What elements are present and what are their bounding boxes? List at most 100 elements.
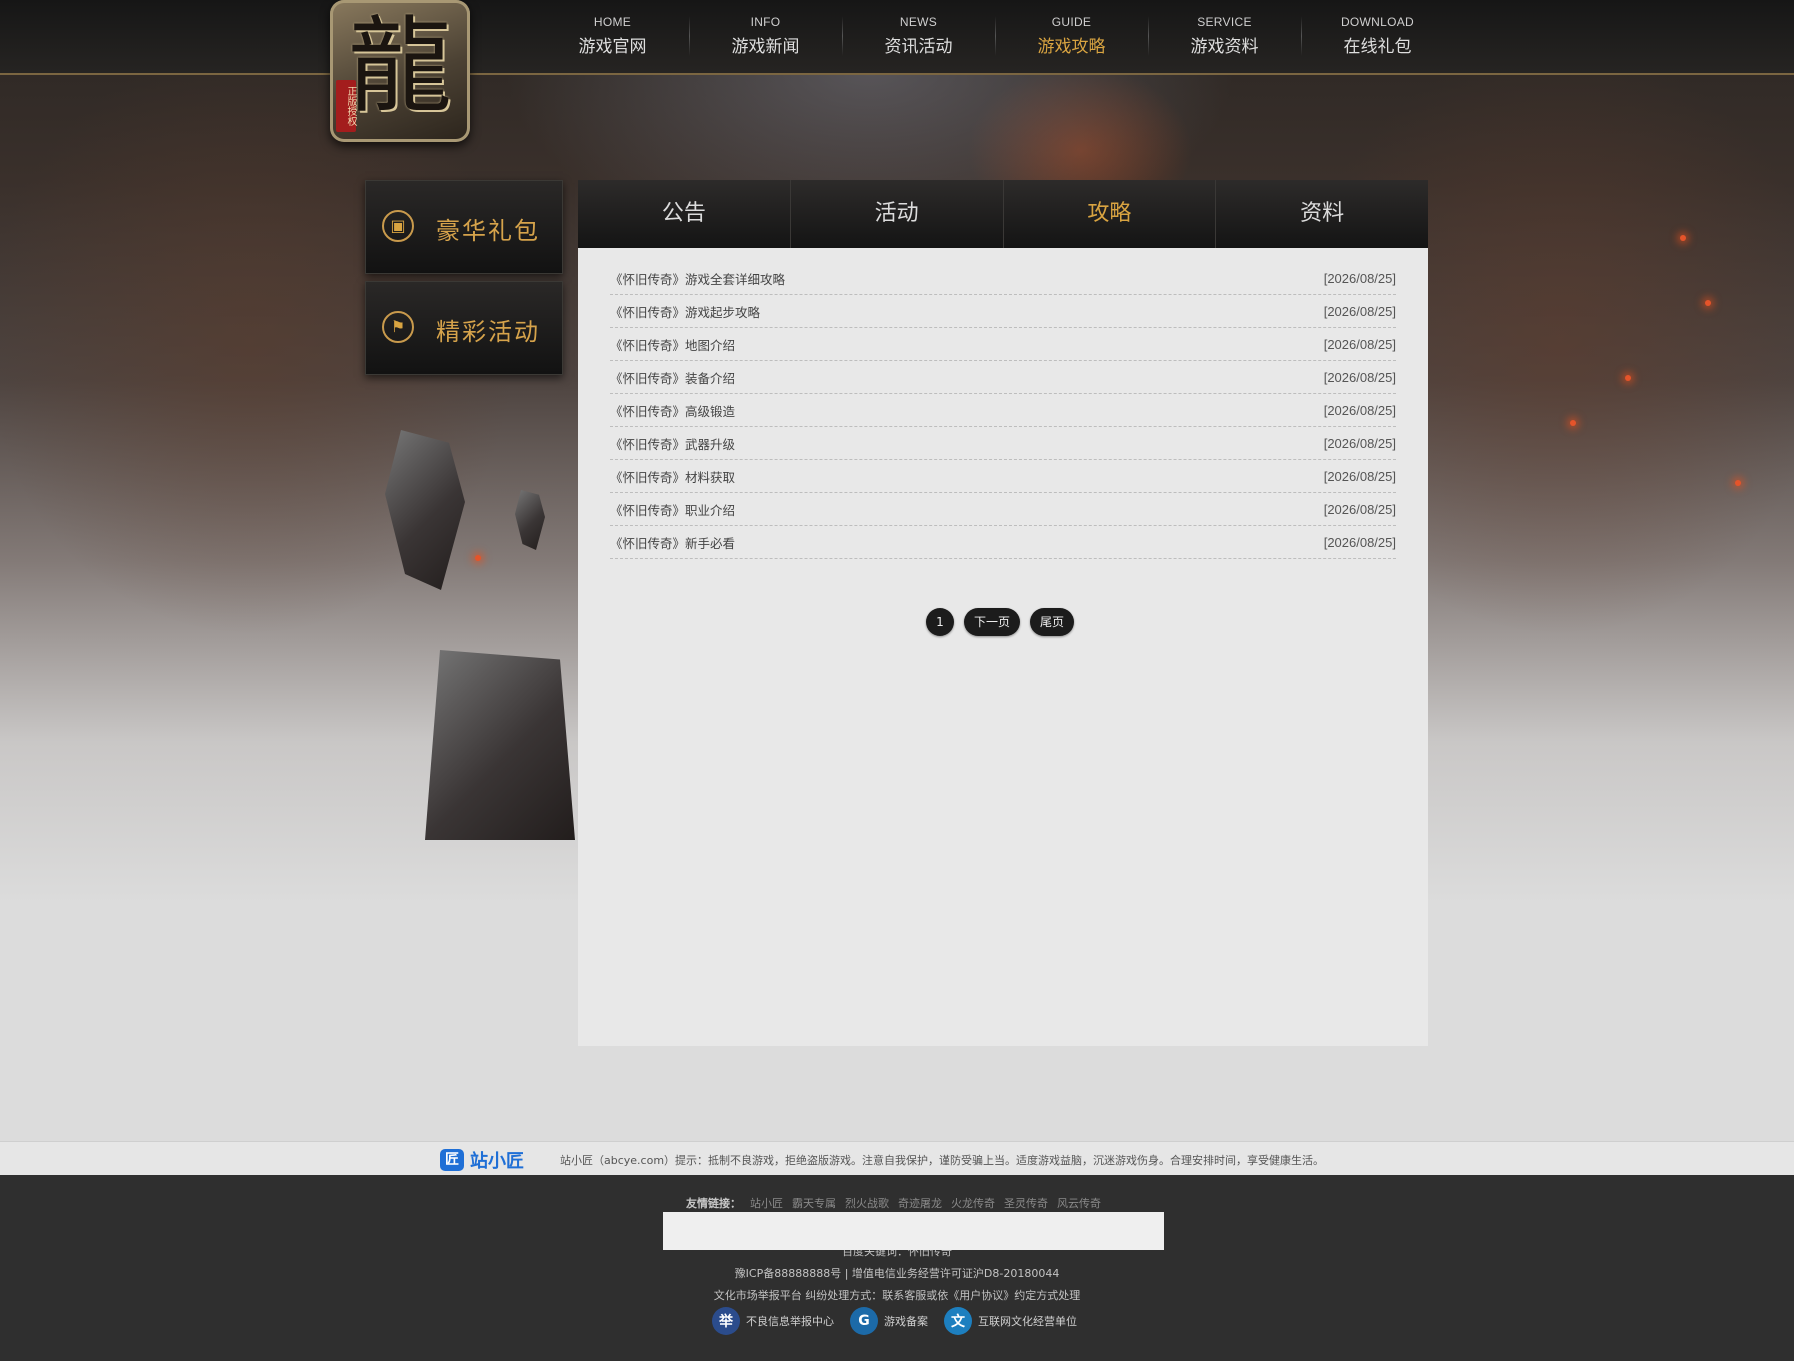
nav-cn-label: 资讯活动 [884, 37, 953, 57]
nav-en-label: HOME [593, 15, 632, 29]
article-row[interactable]: 《怀旧传奇》游戏起步攻略 [2026/08/25] [610, 295, 1396, 328]
brand-logo[interactable]: 匠 站小匠 [440, 1147, 524, 1173]
health-notice-bar: 匠 站小匠 站小匠（abcye.com）提示：抵制不良游戏，拒绝盗版游戏。注意自… [0, 1141, 1794, 1176]
article-date: [2026/08/25] [1323, 303, 1396, 319]
side-events-button[interactable]: ⚑ 精彩活动 [365, 281, 563, 375]
friend-link[interactable]: 站小匠 [750, 1195, 783, 1211]
article-title: 《怀旧传奇》职业介绍 [610, 502, 736, 518]
article-date: [2026/08/25] [1323, 369, 1396, 385]
nav-cn-label: 游戏资料 [1190, 37, 1259, 57]
game-logo[interactable]: 龍 正版授权 [330, 0, 470, 142]
article-row[interactable]: 《怀旧传奇》地图介绍 [2026/08/25] [610, 328, 1396, 361]
tab-guides[interactable]: 攻略 [1003, 180, 1217, 248]
logo-seal: 正版授权 [336, 80, 356, 132]
friend-link[interactable]: 圣灵传奇 [1004, 1195, 1048, 1211]
ember [1625, 375, 1631, 381]
next-page-button[interactable]: 下一页 [964, 608, 1020, 636]
gift-icon: ▣ [382, 210, 414, 242]
article-row[interactable]: 《怀旧传奇》材料获取 [2026/08/25] [610, 460, 1396, 493]
nav-home[interactable]: HOME 游戏官网 [536, 0, 689, 73]
nav-en-label: GUIDE [1051, 15, 1092, 29]
article-row[interactable]: 《怀旧传奇》游戏全套详细攻略 [2026/08/25] [610, 262, 1396, 295]
article-title: 《怀旧传奇》地图介绍 [610, 337, 736, 353]
article-title: 《怀旧传奇》新手必看 [610, 535, 736, 551]
article-title: 《怀旧传奇》高级锻造 [610, 403, 736, 419]
content-panel: 公告 活动 攻略 资料 《怀旧传奇》游戏全套详细攻略 [2026/08/25] 《… [578, 180, 1428, 1046]
nav-service[interactable]: SERVICE 游戏资料 [1148, 0, 1301, 73]
tab-data[interactable]: 资料 [1216, 180, 1428, 248]
nav-cn-label: 在线礼包 [1343, 37, 1412, 57]
ember [1570, 420, 1576, 426]
tab-events[interactable]: 活动 [790, 180, 1004, 248]
friend-link[interactable]: 奇迹屠龙 [898, 1195, 942, 1211]
last-page-button[interactable]: 尾页 [1030, 608, 1074, 636]
footer-badges: 举 不良信息举报中心 G 游戏备案 文 互联网文化经营单位 [712, 1307, 1077, 1335]
ember [1705, 300, 1711, 306]
article-row[interactable]: 《怀旧传奇》装备介绍 [2026/08/25] [610, 361, 1396, 394]
nav-guide[interactable]: GUIDE 游戏攻略 [995, 0, 1148, 73]
friend-link[interactable]: 火龙传奇 [951, 1195, 995, 1211]
ember [475, 555, 481, 561]
main-nav: HOME 游戏官网 INFO 游戏新闻 NEWS 资讯活动 GUIDE 游戏攻略… [536, 0, 1454, 73]
badge-label: 互联网文化经营单位 [978, 1315, 1077, 1328]
friend-link[interactable]: 霸天专属 [792, 1195, 836, 1211]
article-date: [2026/08/25] [1323, 270, 1396, 286]
article-date: [2026/08/25] [1323, 435, 1396, 451]
article-row[interactable]: 《怀旧传奇》职业介绍 [2026/08/25] [610, 493, 1396, 526]
friend-link[interactable]: 风云传奇 [1057, 1195, 1101, 1211]
nav-cn-label: 游戏攻略 [1037, 37, 1106, 57]
article-date: [2026/08/25] [1323, 336, 1396, 352]
badge-label: 不良信息举报中心 [746, 1315, 834, 1328]
brand-name: 站小匠 [470, 1151, 524, 1172]
footer: 友情链接： 站小匠 霸天专属 烈火战歌 奇迹屠龙 火龙传奇 圣灵传奇 风云传奇 … [0, 1175, 1794, 1361]
ember [1680, 235, 1686, 241]
nav-info[interactable]: INFO 游戏新闻 [689, 0, 842, 73]
friend-link[interactable]: 烈火战歌 [845, 1195, 889, 1211]
footer-overlay-box [663, 1212, 1164, 1250]
article-title: 《怀旧传奇》游戏起步攻略 [610, 304, 761, 320]
article-date: [2026/08/25] [1323, 402, 1396, 418]
article-date: [2026/08/25] [1323, 534, 1396, 550]
report-center-icon: 举 [712, 1307, 740, 1335]
side-gift-pack-button[interactable]: ▣ 豪华礼包 [365, 180, 563, 274]
side-button-label: 精彩活动 [436, 318, 540, 346]
pagination: 1 下一页 尾页 [926, 608, 1074, 636]
flag-icon: ⚑ [382, 311, 414, 343]
article-date: [2026/08/25] [1323, 468, 1396, 484]
nav-en-label: INFO [750, 15, 781, 29]
footer-icp: 豫ICP备88888888号 | 增值电信业务经营许可证沪D8-20180044 [734, 1267, 1060, 1280]
game-record-icon: G [850, 1307, 878, 1335]
badge-label: 游戏备案 [884, 1315, 928, 1328]
rock-pillar [425, 650, 575, 840]
article-title: 《怀旧传奇》材料获取 [610, 469, 736, 485]
friend-links: 友情链接： 站小匠 霸天专属 烈火战歌 奇迹屠龙 火龙传奇 圣灵传奇 风云传奇 [686, 1195, 1101, 1211]
floating-rock-left [385, 430, 465, 590]
nav-en-label: DOWNLOAD [1340, 15, 1415, 29]
page-1-button[interactable]: 1 [926, 608, 954, 636]
article-row[interactable]: 《怀旧传奇》新手必看 [2026/08/25] [610, 526, 1396, 559]
floating-rock-small [515, 490, 545, 550]
nav-cn-label: 游戏官网 [578, 37, 647, 57]
nav-download[interactable]: DOWNLOAD 在线礼包 [1301, 0, 1454, 73]
brand-icon: 匠 [440, 1149, 464, 1171]
article-row[interactable]: 《怀旧传奇》武器升级 [2026/08/25] [610, 427, 1396, 460]
tab-announcements[interactable]: 公告 [578, 180, 791, 248]
ember [1735, 480, 1741, 486]
article-title: 《怀旧传奇》游戏全套详细攻略 [610, 271, 786, 287]
article-title: 《怀旧传奇》武器升级 [610, 436, 736, 452]
nav-en-label: NEWS [899, 15, 938, 29]
article-date: [2026/08/25] [1323, 501, 1396, 517]
culture-unit-icon: 文 [944, 1307, 972, 1335]
nav-en-label: SERVICE [1197, 15, 1252, 29]
friend-links-label: 友情链接： [686, 1197, 741, 1210]
nav-cn-label: 游戏新闻 [731, 37, 800, 57]
article-row[interactable]: 《怀旧传奇》高级锻造 [2026/08/25] [610, 394, 1396, 427]
side-button-label: 豪华礼包 [436, 217, 540, 245]
nav-news[interactable]: NEWS 资讯活动 [842, 0, 995, 73]
report-center-link[interactable]: 举 不良信息举报中心 [712, 1307, 834, 1335]
culture-unit-link[interactable]: 文 互联网文化经营单位 [944, 1307, 1077, 1335]
category-tabs: 公告 活动 攻略 资料 [578, 180, 1428, 248]
game-record-link[interactable]: G 游戏备案 [850, 1307, 928, 1335]
article-title: 《怀旧传奇》装备介绍 [610, 370, 736, 386]
health-notice-text: 站小匠（abcye.com）提示：抵制不良游戏，拒绝盗版游戏。注意自我保护，谨防… [560, 1154, 1325, 1167]
